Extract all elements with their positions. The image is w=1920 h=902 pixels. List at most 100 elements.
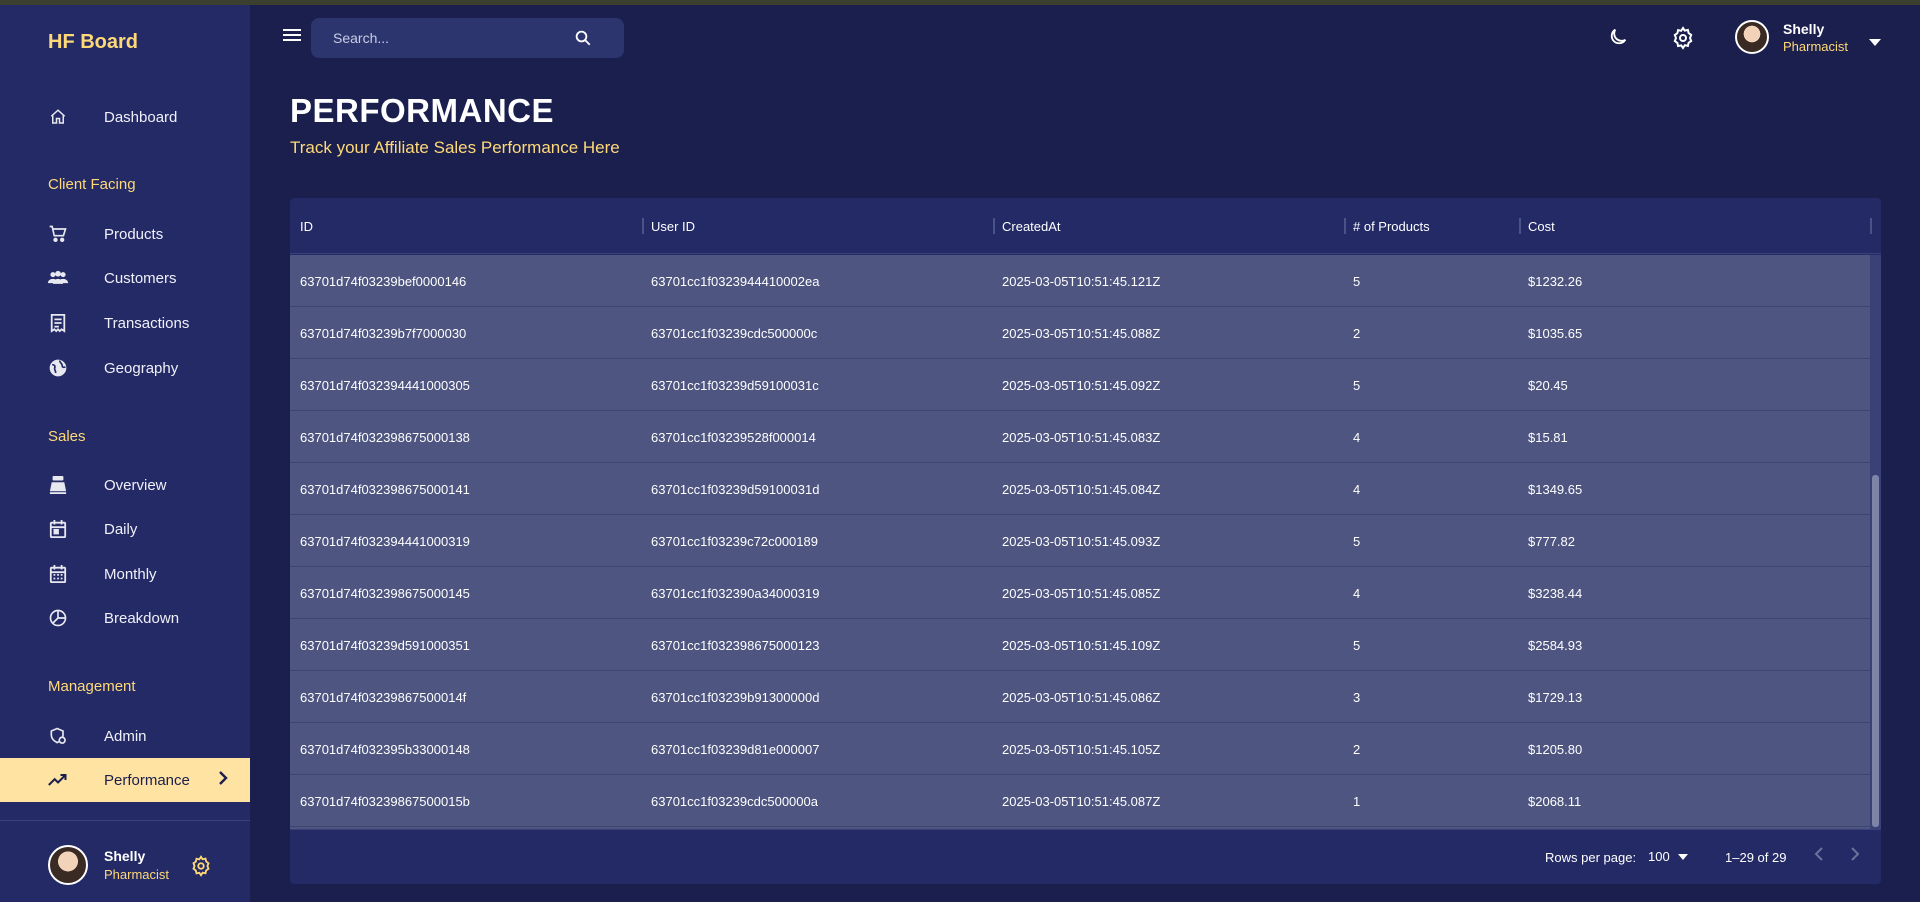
next-page-icon[interactable] <box>1850 847 1860 866</box>
column-header-id[interactable]: ID <box>300 198 313 254</box>
cell-created-at[interactable]: 2025-03-05T10:51:45.086Z <box>1002 671 1160 723</box>
cell-id[interactable]: 63701d74f03239d591000351 <box>300 619 470 671</box>
sidebar-item-transactions[interactable]: Transactions <box>0 301 250 345</box>
column-separator[interactable] <box>1344 218 1346 234</box>
cell-cost[interactable]: $777.82 <box>1528 515 1575 567</box>
cell-id[interactable]: 63701d74f032394441000305 <box>300 359 470 411</box>
cell-cost[interactable]: $20.45 <box>1528 359 1568 411</box>
column-separator[interactable] <box>1870 218 1872 234</box>
table-row[interactable]: 63701d74f032394441000319 63701cc1f03239c7… <box>290 515 1870 567</box>
cell-cost[interactable]: $1729.13 <box>1528 671 1582 723</box>
cell-id[interactable]: 63701d74f03239b7f7000030 <box>300 307 466 359</box>
cell-user-id[interactable]: 63701cc1f03239d59100031d <box>651 463 819 515</box>
cell-products[interactable]: 5 <box>1353 515 1360 567</box>
table-row[interactable]: 63701d74f03239d591000351 63701cc1f0323986… <box>290 619 1870 671</box>
dark-mode-icon[interactable] <box>1607 26 1629 53</box>
scrollbar-thumb[interactable] <box>1872 475 1879 827</box>
cell-created-at[interactable]: 2025-03-05T10:51:45.087Z <box>1002 775 1160 827</box>
sidebar-item-monthly[interactable]: Monthly <box>0 552 250 596</box>
cell-user-id[interactable]: 63701cc1f03239b91300000d <box>651 671 819 723</box>
topbar-user-profile[interactable]: Shelly Pharmacist <box>1735 20 1848 54</box>
cell-cost[interactable]: $2068.11 <box>1528 775 1581 827</box>
cell-products[interactable]: 4 <box>1353 567 1360 619</box>
previous-page-icon[interactable] <box>1814 847 1824 866</box>
table-row[interactable]: 63701d74f032395b33000148 63701cc1f03239d8… <box>290 723 1870 775</box>
column-header-products[interactable]: # of Products <box>1353 198 1430 254</box>
cell-id[interactable]: 63701d74f03239bef0000146 <box>300 255 466 307</box>
cell-created-at[interactable]: 2025-03-05T10:51:45.105Z <box>1002 723 1160 775</box>
table-scrollbar[interactable] <box>1870 255 1881 829</box>
cell-id[interactable]: 63701d74f032398675000138 <box>300 411 470 463</box>
cell-id[interactable]: 63701d74f032395b33000148 <box>300 723 470 775</box>
cell-user-id[interactable]: 63701cc1f03239cdc500000c <box>651 307 817 359</box>
column-separator[interactable] <box>1519 218 1521 234</box>
cell-user-id[interactable]: 63701cc1f032398675000123 <box>651 619 819 671</box>
cell-user-id[interactable]: 63701cc1f032390a34000319 <box>651 567 819 619</box>
column-separator[interactable] <box>642 218 644 234</box>
table-row[interactable]: 63701d74f032394441000305 63701cc1f03239d5… <box>290 359 1870 411</box>
chevron-down-icon[interactable] <box>1869 33 1881 51</box>
table-row[interactable]: 63701d74f03239bef0000146 63701cc1f0323944… <box>290 255 1870 307</box>
table-row[interactable]: 63701d74f032398675000141 63701cc1f03239d5… <box>290 463 1870 515</box>
cell-user-id[interactable]: 63701cc1f03239cdc500000a <box>651 775 818 827</box>
sidebar-item-dashboard[interactable]: Dashboard <box>0 95 250 139</box>
cell-products[interactable]: 4 <box>1353 411 1360 463</box>
column-header-user-id[interactable]: User ID <box>651 198 695 254</box>
cell-id[interactable]: 63701d74f03239867500014f <box>300 671 466 723</box>
cell-id[interactable]: 63701d74f032394441000319 <box>300 515 470 567</box>
cell-products[interactable]: 2 <box>1353 307 1360 359</box>
cell-created-at[interactable]: 2025-03-05T10:51:45.121Z <box>1002 255 1160 307</box>
cell-id[interactable]: 63701d74f03239867500015b <box>300 775 470 827</box>
cell-created-at[interactable]: 2025-03-05T10:51:45.093Z <box>1002 515 1160 567</box>
column-header-created-at[interactable]: CreatedAt <box>1002 198 1061 254</box>
cell-cost[interactable]: $1205.80 <box>1528 723 1582 775</box>
sidebar-item-geography[interactable]: Geography <box>0 346 250 390</box>
menu-icon[interactable] <box>283 28 301 47</box>
cell-cost[interactable]: $3238.44 <box>1528 567 1582 619</box>
cell-created-at[interactable]: 2025-03-05T10:51:45.083Z <box>1002 411 1160 463</box>
cell-cost[interactable]: $1232.26 <box>1528 255 1582 307</box>
cell-products[interactable]: 1 <box>1353 775 1360 827</box>
cell-created-at[interactable]: 2025-03-05T10:51:45.109Z <box>1002 619 1160 671</box>
cell-products[interactable]: 5 <box>1353 619 1360 671</box>
sidebar-item-admin[interactable]: Admin <box>0 714 250 758</box>
cell-products[interactable]: 3 <box>1353 671 1360 723</box>
cell-products[interactable]: 5 <box>1353 359 1360 411</box>
cell-cost[interactable]: $1035.65 <box>1528 307 1582 359</box>
cell-created-at[interactable]: 2025-03-05T10:51:45.085Z <box>1002 567 1160 619</box>
cell-products[interactable]: 4 <box>1353 463 1360 515</box>
cell-user-id[interactable]: 63701cc1f0323944410002ea <box>651 255 819 307</box>
search-icon[interactable] <box>574 29 592 52</box>
sidebar-item-breakdown[interactable]: Breakdown <box>0 596 250 640</box>
cell-user-id[interactable]: 63701cc1f03239c72c000189 <box>651 515 818 567</box>
table-row[interactable]: 63701d74f03239b7f7000030 63701cc1f03239cd… <box>290 307 1870 359</box>
cell-user-id[interactable]: 63701cc1f03239d59100031c <box>651 359 819 411</box>
table-row[interactable]: 63701d74f03239867500015b 63701cc1f03239cd… <box>290 775 1870 827</box>
sidebar-item-overview[interactable]: Overview <box>0 463 250 507</box>
sidebar-user-profile[interactable]: Shelly Pharmacist <box>48 845 169 885</box>
brand-logo[interactable]: HF Board <box>48 31 138 54</box>
cell-created-at[interactable]: 2025-03-05T10:51:45.088Z <box>1002 307 1160 359</box>
cell-cost[interactable]: $2584.93 <box>1528 619 1582 671</box>
table-row[interactable]: 63701d74f032398675000138 63701cc1f0323952… <box>290 411 1870 463</box>
cell-id[interactable]: 63701d74f032398675000141 <box>300 463 470 515</box>
cell-user-id[interactable]: 63701cc1f03239d81e000007 <box>651 723 819 775</box>
column-separator[interactable] <box>993 218 995 234</box>
cell-created-at[interactable]: 2025-03-05T10:51:45.092Z <box>1002 359 1160 411</box>
gear-icon[interactable] <box>190 855 212 882</box>
column-header-cost[interactable]: Cost <box>1528 198 1555 254</box>
cell-user-id[interactable]: 63701cc1f03239528f000014 <box>651 411 816 463</box>
cell-products[interactable]: 2 <box>1353 723 1360 775</box>
cell-id[interactable]: 63701d74f032398675000145 <box>300 567 470 619</box>
rows-per-page-select[interactable]: 100 <box>1648 849 1688 864</box>
sidebar-item-performance[interactable]: Performance <box>0 758 250 802</box>
sidebar-item-products[interactable]: Products <box>0 212 250 256</box>
cell-cost[interactable]: $1349.65 <box>1528 463 1582 515</box>
cell-created-at[interactable]: 2025-03-05T10:51:45.084Z <box>1002 463 1160 515</box>
table-row[interactable]: 63701d74f032398675000145 63701cc1f032390a… <box>290 567 1870 619</box>
settings-gear-icon[interactable] <box>1671 26 1695 55</box>
sidebar-item-daily[interactable]: Daily <box>0 507 250 551</box>
table-row[interactable]: 63701d74f03239867500014f 63701cc1f03239b9… <box>290 671 1870 723</box>
cell-cost[interactable]: $15.81 <box>1528 411 1568 463</box>
cell-products[interactable]: 5 <box>1353 255 1360 307</box>
